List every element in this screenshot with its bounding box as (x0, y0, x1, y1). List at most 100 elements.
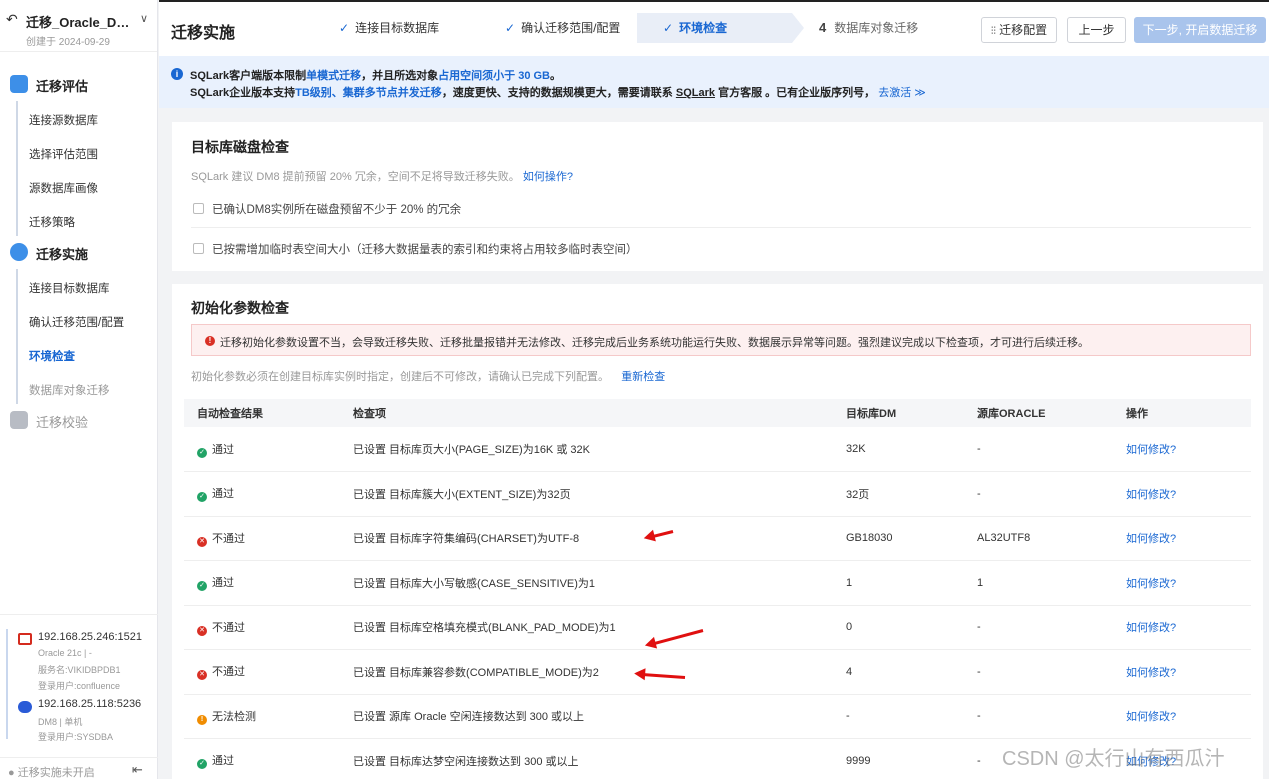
target-host: 192.168.25.118:5236 (38, 698, 142, 710)
checkbox-box[interactable] (193, 243, 204, 254)
item-cell: 已设置 目标库兼容参数(COMPATIBLE_MODE)为2 (353, 666, 599, 679)
nav-strategy[interactable]: 迁移策略 (29, 214, 75, 230)
result-text: 通过 (212, 577, 234, 590)
col-item: 检查项 (353, 408, 386, 420)
assess-icon (10, 75, 28, 93)
nav-connect-source[interactable]: 连接源数据库 (29, 112, 98, 128)
group-impl-label: 迁移实施 (36, 247, 89, 262)
op-cell: 如何修改? (1113, 650, 1251, 695)
sliders-icon: ⫶⫶ (990, 26, 996, 37)
group-verify[interactable]: 迁移校验 (0, 403, 158, 437)
item-cell: 已设置 源库 Oracle 空闲连接数达到 300 或以上 (353, 711, 585, 724)
info-icon: i (171, 68, 183, 80)
how-to-modify-link[interactable]: 如何修改? (1126, 578, 1176, 590)
source-meta-3: 登录用户:confluence (38, 681, 121, 691)
col-op: 操作 (1126, 408, 1148, 420)
how-to-modify-link[interactable]: 如何修改? (1126, 489, 1176, 501)
recheck-button[interactable]: 重新检查 (621, 371, 665, 383)
impl-line (16, 269, 18, 404)
dm-value-cell: 0 (846, 621, 853, 634)
connections-panel: 192.168.25.246:1521 Oracle 21c | - 服务名:V… (0, 614, 158, 754)
chevron-down-icon[interactable]: ∨ (140, 12, 148, 25)
table-row: ! 无法检测 已设置 源库 Oracle 空闲连接数达到 300 或以上 - - 如何修改… (184, 694, 1251, 739)
dm-value-cell: 32K (846, 443, 866, 455)
col-oracle: 源库ORACLE (977, 408, 1046, 420)
checkbox-label: 已确认DM8实例所在磁盘预留不少于 20% 的冗余 (212, 204, 462, 216)
project-name[interactable]: 迁移_Oracle_DM_... (26, 12, 134, 31)
source-meta-1: Oracle 21c | - (38, 648, 92, 658)
result-text: 无法检测 (212, 710, 256, 723)
group-assess[interactable]: 迁移评估 (0, 67, 158, 101)
fail-status-icon: ✕ (197, 625, 207, 636)
group-verify-label: 迁移校验 (36, 415, 89, 430)
step-env-check[interactable]: ✓ 环境检查 (637, 13, 792, 43)
table-row: ✕ 不通过 已设置 目标库兼容参数(COMPATIBLE_MODE)为2 4 - 如何修改… (184, 650, 1251, 695)
notice-line-2: SQLark企业版本支持TB级别、集群多节点并发迁移，速度更快、支持的数据规模更… (190, 87, 926, 99)
sqlark-link[interactable]: SQLark (676, 87, 715, 99)
item-cell: 已设置 目标库簇大小(EXTENT_SIZE)为32页 (353, 488, 571, 501)
how-to-link[interactable]: 如何操作? (523, 171, 573, 183)
group-impl[interactable]: 迁移实施 (0, 235, 158, 269)
step-arrow (792, 13, 804, 43)
how-to-modify-link[interactable]: 如何修改? (1126, 711, 1176, 723)
dm-value-cell: 1 (846, 576, 853, 589)
pass-status-icon: ✓ (197, 759, 207, 770)
source-host: 192.168.25.246:1521 (38, 631, 142, 643)
result-text: 不通过 (212, 666, 245, 679)
oracle-icon (18, 633, 32, 645)
checkbox-box[interactable] (193, 203, 204, 214)
op-cell: 如何修改? (1113, 694, 1251, 739)
result-cell: ✓ 通过 (184, 561, 340, 606)
notice-line-1: SQLark客户端版本限制单模式迁移，并且所选对象占用空间须小于 30 GB。 (190, 70, 561, 82)
dm-value-cell: 32页 (846, 488, 870, 501)
step-object-migration[interactable]: 4 数据库对象迁移 (807, 13, 957, 43)
watermark: CSDN @太行山有西瓜汁 (1002, 748, 1225, 770)
init-param-desc: 初始化参数必须在创建目标库实例时指定，创建后不可修改，请确认已完成下列配置。 重… (191, 371, 666, 383)
nav-object-migration[interactable]: 数据库对象迁移 (29, 382, 110, 398)
init-warning-alert: ! 迁移初始化参数设置不当，会导致迁移失败、迁移批量报错并无法修改、迁移完成后业… (191, 324, 1251, 356)
back-arrow-icon[interactable]: ↶ (6, 11, 18, 28)
table-row: ✕ 不通过 已设置 目标库空格填充模式(BLANK_PAD_MODE)为1 0 - 如何修… (184, 605, 1251, 650)
result-cell: ! 无法检测 (184, 694, 340, 739)
table-row: ✕ 不通过 已设置 目标库字符集编码(CHARSET)为UTF-8 GB18030 AL… (184, 516, 1251, 561)
how-to-modify-link[interactable]: 如何修改? (1126, 444, 1176, 456)
op-cell: 如何修改? (1113, 561, 1251, 606)
item-cell: 已设置 目标库字符集编码(CHARSET)为UTF-8 (353, 533, 580, 546)
collapse-sidebar-icon[interactable]: ⇤ (132, 762, 143, 778)
result-cell: ✓ 通过 (184, 739, 340, 779)
step-confirm-scope[interactable]: ✓ 确认迁移范围/配置 (489, 13, 639, 43)
next-button[interactable]: 下一步, 开启数据迁移 (1134, 17, 1266, 43)
how-to-modify-link[interactable]: 如何修改? (1126, 533, 1176, 545)
checkbox-label: 已按需增加临时表空间大小（迁移大数据量表的索引和约束将占用较多临时表空间） (212, 244, 638, 256)
conn-line (6, 629, 8, 739)
nav-select-scope[interactable]: 选择评估范围 (29, 146, 98, 162)
migration-status: ● 迁移实施未开启 (8, 767, 95, 779)
divider (191, 227, 1251, 228)
item-cell: 已设置 目标库大小写敏感(CASE_SENSITIVE)为1 (353, 577, 596, 590)
alert-text: 迁移初始化参数设置不当，会导致迁移失败、迁移批量报错并无法修改、迁移完成后业务系… (220, 337, 1089, 349)
pass-status-icon: ✓ (197, 492, 207, 503)
impl-icon (10, 243, 28, 261)
prev-button[interactable]: 上一步 (1067, 17, 1126, 43)
step-connect-target[interactable]: ✓ 连接目标数据库 (325, 13, 475, 43)
how-to-modify-link[interactable]: 如何修改? (1126, 622, 1176, 634)
migration-config-button[interactable]: ⫶⫶ 迁移配置 (981, 17, 1057, 43)
activate-link[interactable]: 去激活 ≫ (878, 87, 926, 99)
group-assess-label: 迁移评估 (36, 79, 89, 94)
header: 迁移实施 ✓ 连接目标数据库 ✓ 确认迁移范围/配置 ✓ 环境检查 4 数据库对象迁移 … (159, 0, 1269, 56)
nav-source-profile[interactable]: 源数据库画像 (29, 180, 98, 196)
nav-connect-target[interactable]: 连接目标数据库 (29, 280, 110, 296)
disk-check-card: 目标库磁盘检查 SQLark 建议 DM8 提前预留 20% 冗余，空间不足将导… (172, 122, 1263, 271)
warn-status-icon: ! (197, 714, 207, 725)
project-header[interactable]: ↶ 迁移_Oracle_DM_... ∨ 创建于 2024-09-29 (0, 0, 157, 52)
temp-space-checkbox[interactable]: 已按需增加临时表空间大小（迁移大数据量表的索引和约束将占用较多临时表空间） (193, 241, 638, 257)
table-row: ✓ 通过 已设置 目标库簇大小(EXTENT_SIZE)为32页 32页 - 如何修改? (184, 472, 1251, 516)
nav-confirm-scope[interactable]: 确认迁移范围/配置 (29, 314, 124, 330)
disk-reserve-checkbox[interactable]: 已确认DM8实例所在磁盘预留不少于 20% 的冗余 (193, 201, 461, 217)
how-to-modify-link[interactable]: 如何修改? (1126, 667, 1176, 679)
dm-value-cell: GB18030 (846, 532, 893, 545)
oracle-value-cell: - (977, 710, 981, 723)
step-label: 连接目标数据库 (355, 21, 440, 35)
oracle-value-cell: AL32UTF8 (977, 532, 1031, 545)
nav-env-check[interactable]: 环境检查 (29, 348, 75, 364)
